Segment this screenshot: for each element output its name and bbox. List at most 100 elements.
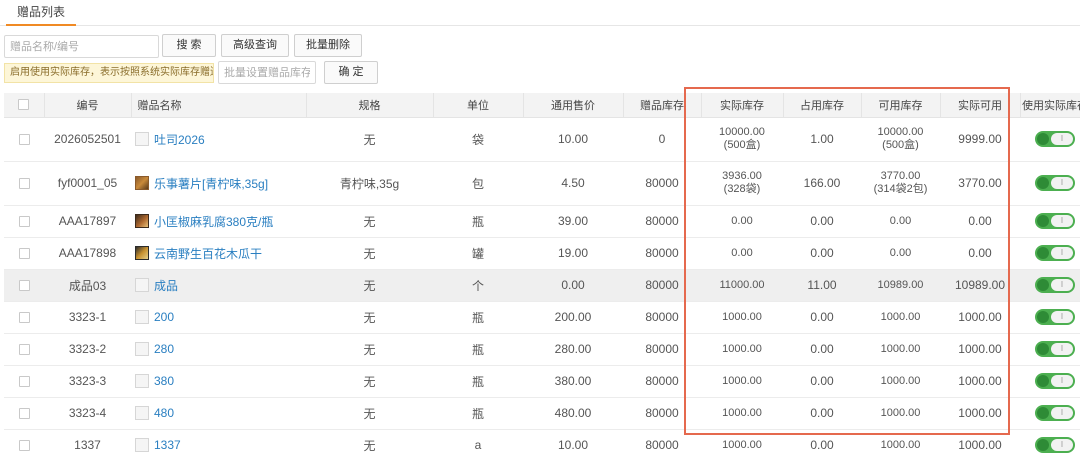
product-name-link[interactable]: 成品: [154, 277, 178, 294]
row-checkbox[interactable]: [18, 376, 30, 388]
row-checkbox[interactable]: [18, 280, 30, 292]
toggle-knob: [1037, 279, 1049, 291]
use-actual-stock-toggle[interactable]: I: [1035, 277, 1075, 293]
available-stock-value: 1000.00: [880, 342, 921, 355]
cell-occupied-stock[interactable]: 0.00: [783, 301, 861, 334]
cell-available-stock[interactable]: 1000.00: [861, 301, 940, 334]
confirm-button[interactable]: 确 定: [324, 61, 378, 84]
cell-use-actual-stock: I: [1020, 397, 1080, 430]
cell-occupied-stock[interactable]: 11.00: [783, 269, 861, 302]
cell-available-stock[interactable]: 10000.00 (500盒): [861, 117, 940, 162]
row-select-cell[interactable]: [4, 365, 44, 398]
use-actual-stock-toggle[interactable]: I: [1035, 437, 1075, 453]
batch-stock-input[interactable]: [218, 61, 316, 84]
product-name-link[interactable]: 200: [154, 310, 174, 324]
cell-available-stock[interactable]: 1000.00: [861, 397, 940, 430]
select-all-header[interactable]: [4, 93, 45, 118]
row-select-cell[interactable]: [4, 429, 44, 455]
row-checkbox[interactable]: [18, 134, 30, 146]
product-name-link[interactable]: 云南野生百花木瓜干: [154, 245, 262, 262]
cell-unit: 瓶: [433, 333, 523, 366]
row-select-cell[interactable]: [4, 205, 44, 238]
use-actual-stock-toggle[interactable]: I: [1035, 245, 1075, 261]
cell-occupied-stock[interactable]: 0.00: [783, 205, 861, 238]
cell-available-stock[interactable]: 0.00: [861, 205, 940, 238]
cell-gift-stock[interactable]: 80000: [623, 301, 701, 334]
tab-gift-list[interactable]: 赠品列表: [6, 0, 76, 26]
actual-stock-value: 11000.00: [719, 278, 765, 291]
use-actual-stock-toggle[interactable]: I: [1035, 405, 1075, 421]
cell-available-stock[interactable]: 1000.00: [861, 333, 940, 366]
table-row: 2026052501 吐司2026 无 袋 10.00 0 10000.00 (5…: [4, 117, 1080, 162]
product-name-link[interactable]: 吐司2026: [154, 131, 205, 148]
advanced-search-button[interactable]: 高级查询: [221, 34, 289, 57]
use-actual-stock-toggle[interactable]: I: [1035, 213, 1075, 229]
cell-gift-stock[interactable]: 80000: [623, 365, 701, 398]
use-actual-stock-toggle[interactable]: I: [1035, 175, 1075, 191]
available-stock-value: 1000.00: [880, 310, 921, 323]
cell-spec: 无: [306, 237, 433, 270]
cell-gift-stock[interactable]: 0: [623, 117, 701, 162]
cell-available-stock[interactable]: 3770.00 (314袋2包): [861, 161, 940, 206]
cell-gift-stock[interactable]: 80000: [623, 333, 701, 366]
use-actual-stock-toggle[interactable]: I: [1035, 131, 1075, 147]
row-select-cell[interactable]: [4, 161, 44, 206]
cell-gift-stock[interactable]: 80000: [623, 269, 701, 302]
actual-stock-value: 0.00: [731, 214, 753, 227]
product-name-link[interactable]: 480: [154, 406, 174, 420]
cell-actual-available: 3770.00: [940, 161, 1020, 206]
toggle-off-label: I: [1051, 407, 1073, 419]
cell-gift-stock[interactable]: 80000: [623, 205, 701, 238]
row-checkbox[interactable]: [18, 440, 30, 452]
cell-available-stock[interactable]: 1000.00: [861, 365, 940, 398]
product-name-link[interactable]: 小匡椒麻乳腐380克/瓶: [154, 213, 273, 230]
use-actual-stock-toggle[interactable]: I: [1035, 309, 1075, 325]
product-name-link[interactable]: 乐事薯片[青柠味,35g]: [154, 175, 268, 192]
cell-gift-stock[interactable]: 80000: [623, 397, 701, 430]
row-checkbox[interactable]: [18, 248, 30, 260]
row-select-cell[interactable]: [4, 301, 44, 334]
cell-gift-stock[interactable]: 80000: [623, 161, 701, 206]
select-all-checkbox[interactable]: [18, 99, 30, 111]
cell-occupied-stock[interactable]: 0.00: [783, 429, 861, 455]
cell-gift-stock[interactable]: 80000: [623, 237, 701, 270]
cell-available-stock[interactable]: 1000.00: [861, 429, 940, 455]
product-name-link[interactable]: 380: [154, 374, 174, 388]
cell-code: 1337: [44, 429, 131, 455]
product-name-link[interactable]: 1337: [154, 438, 181, 452]
row-select-cell[interactable]: [4, 397, 44, 430]
table-body: 2026052501 吐司2026 无 袋 10.00 0 10000.00 (5…: [4, 117, 1080, 455]
toggle-knob: [1037, 247, 1049, 259]
batch-delete-button[interactable]: 批量删除: [294, 34, 362, 57]
cell-spec: 无: [306, 205, 433, 238]
row-checkbox[interactable]: [18, 312, 30, 324]
row-checkbox[interactable]: [18, 178, 30, 190]
row-select-cell[interactable]: [4, 333, 44, 366]
search-input[interactable]: [4, 35, 159, 58]
cell-occupied-stock[interactable]: 1.00: [783, 117, 861, 162]
cell-occupied-stock[interactable]: 0.00: [783, 365, 861, 398]
use-actual-stock-toggle[interactable]: I: [1035, 373, 1075, 389]
row-select-cell[interactable]: [4, 117, 44, 162]
cell-available-stock[interactable]: 0.00: [861, 237, 940, 270]
cell-occupied-stock[interactable]: 0.00: [783, 333, 861, 366]
row-checkbox[interactable]: [18, 344, 30, 356]
cell-price: 280.00: [523, 333, 623, 366]
row-select-cell[interactable]: [4, 269, 44, 302]
cell-gift-stock[interactable]: 80000: [623, 429, 701, 455]
cell-use-actual-stock: I: [1020, 205, 1080, 238]
use-actual-stock-toggle[interactable]: I: [1035, 341, 1075, 357]
col-occupied-stock: 占用库存: [783, 93, 862, 118]
cell-use-actual-stock: I: [1020, 161, 1080, 206]
row-checkbox[interactable]: [18, 216, 30, 228]
cell-occupied-stock[interactable]: 166.00: [783, 161, 861, 206]
product-name-link[interactable]: 280: [154, 342, 174, 356]
row-checkbox[interactable]: [18, 408, 30, 420]
cell-occupied-stock[interactable]: 0.00: [783, 397, 861, 430]
cell-name: 380: [131, 365, 306, 398]
search-button[interactable]: 搜 索: [162, 34, 216, 57]
cell-occupied-stock[interactable]: 0.00: [783, 237, 861, 270]
row-select-cell[interactable]: [4, 237, 44, 270]
cell-spec: 无: [306, 333, 433, 366]
cell-available-stock[interactable]: 10989.00: [861, 269, 940, 302]
